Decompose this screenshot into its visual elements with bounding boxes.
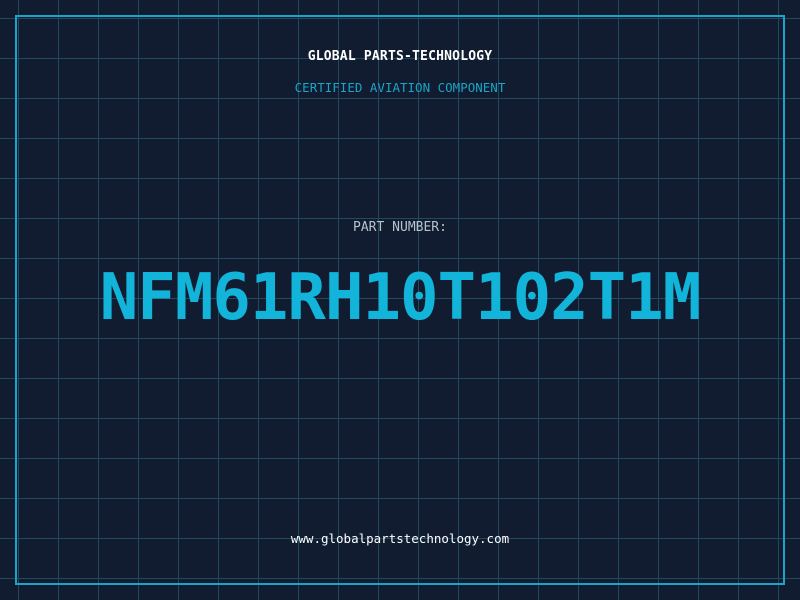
certification-subtitle: CERTIFIED AVIATION COMPONENT — [294, 80, 506, 95]
website-url: www.globalpartstechnology.com — [290, 531, 510, 546]
part-number-label: PART NUMBER: — [353, 220, 447, 235]
part-number-value: NFM61RH10T102T1M — [99, 261, 702, 335]
brand-title: GLOBAL PARTS-TECHNOLOGY — [307, 49, 493, 64]
